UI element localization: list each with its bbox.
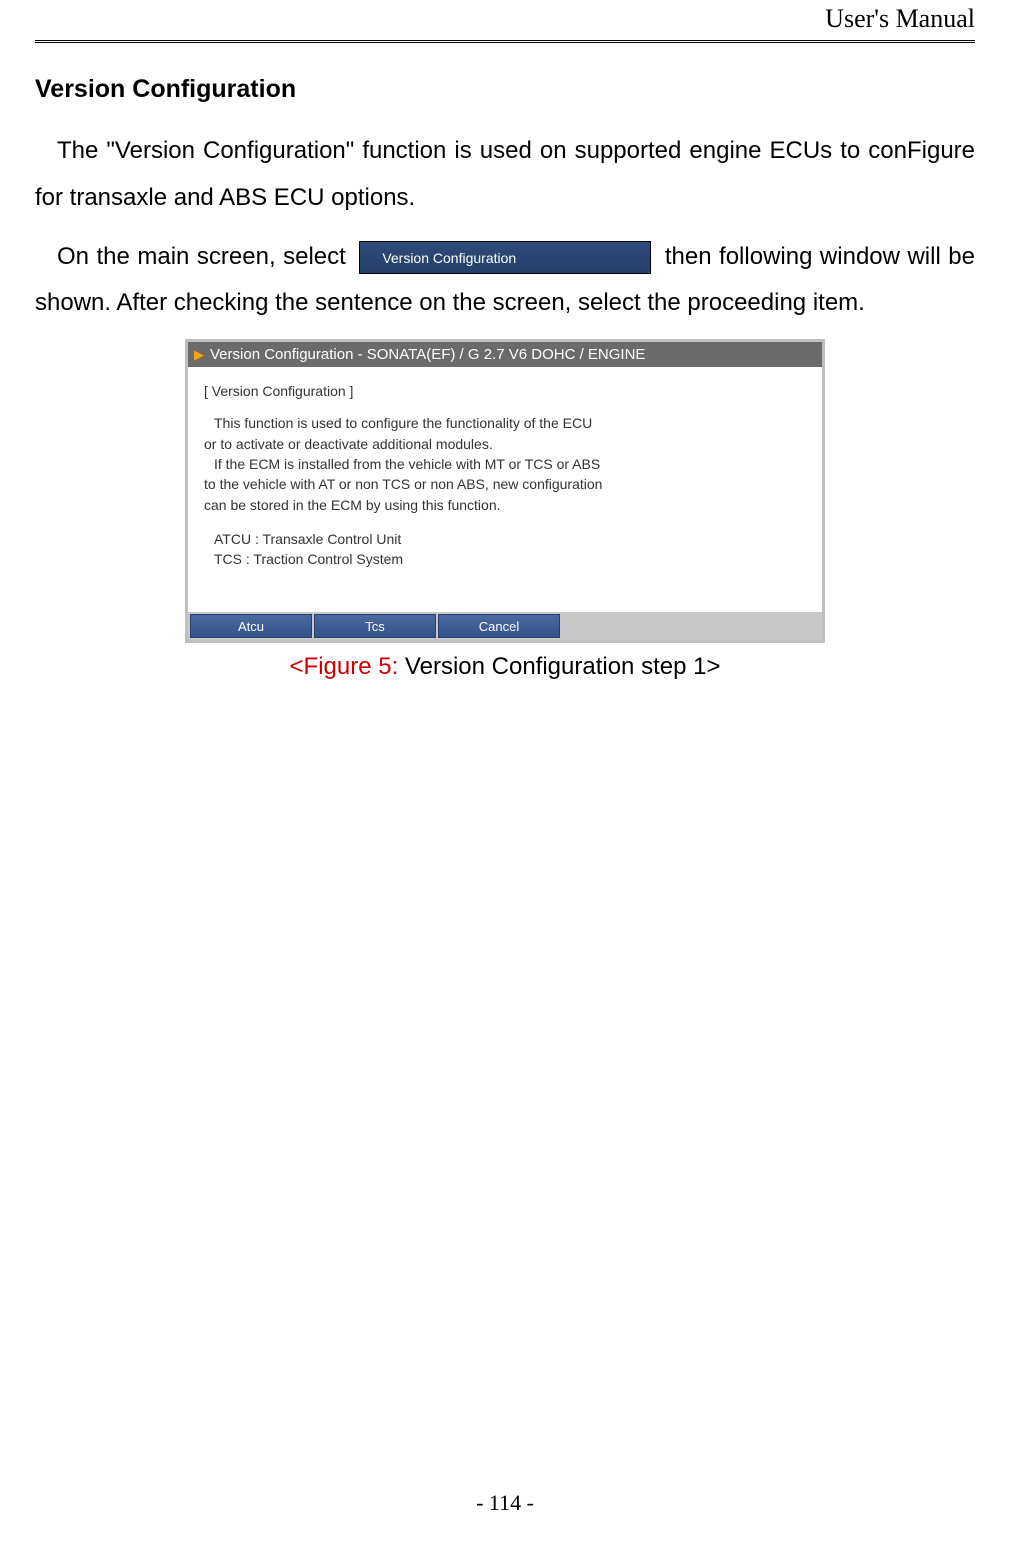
window-titlebar: ▶ Version Configuration - SONATA(EF) / G… <box>188 342 822 367</box>
body-line-4: can be stored in the ECM by using this f… <box>204 495 806 515</box>
section-title: Version Configuration <box>35 75 975 104</box>
figure-caption: <Figure 5: Version Configuration step 1> <box>35 653 975 681</box>
titlebar-arrow-icon: ▶ <box>194 347 204 363</box>
header-title: User's Manual <box>825 4 975 33</box>
window-heading: [ Version Configuration ] <box>204 381 806 401</box>
page-header: User's Manual <box>35 0 975 43</box>
titlebar-text: Version Configuration - SONATA(EF) / G 2… <box>210 346 645 363</box>
body-line-6: ATCU : Transaxle Control Unit <box>214 529 806 549</box>
body-line-0: This function is used to configure the f… <box>214 413 806 433</box>
page-number: - 114 - <box>0 1490 1010 1516</box>
para2-before: On the main screen, select <box>57 243 353 270</box>
body-spacer <box>204 515 806 529</box>
paragraph-1: The "Version Configuration" function is … <box>35 128 975 222</box>
atcu-button[interactable]: Atcu <box>190 614 312 638</box>
body-line-3: to the vehicle with AT or non TCS or non… <box>204 474 806 494</box>
screenshot-window: ▶ Version Configuration - SONATA(EF) / G… <box>185 339 825 643</box>
window-buttonbar: Atcu Tcs Cancel <box>188 612 822 640</box>
body-line-7: TCS : Traction Control System <box>214 549 806 569</box>
tcs-button[interactable]: Tcs <box>314 614 436 638</box>
window-body: [ Version Configuration ] This function … <box>188 367 822 612</box>
caption-rest: Version Configuration step 1> <box>405 653 721 680</box>
caption-prefix: <Figure 5: <box>290 653 405 680</box>
body-line-2: If the ECM is installed from the vehicle… <box>214 454 806 474</box>
body-line-1: or to activate or deactivate additional … <box>204 434 806 454</box>
cancel-button[interactable]: Cancel <box>438 614 560 638</box>
version-configuration-button[interactable]: Version Configuration <box>359 241 651 274</box>
paragraph-2: On the main screen, select Version Confi… <box>35 234 975 328</box>
